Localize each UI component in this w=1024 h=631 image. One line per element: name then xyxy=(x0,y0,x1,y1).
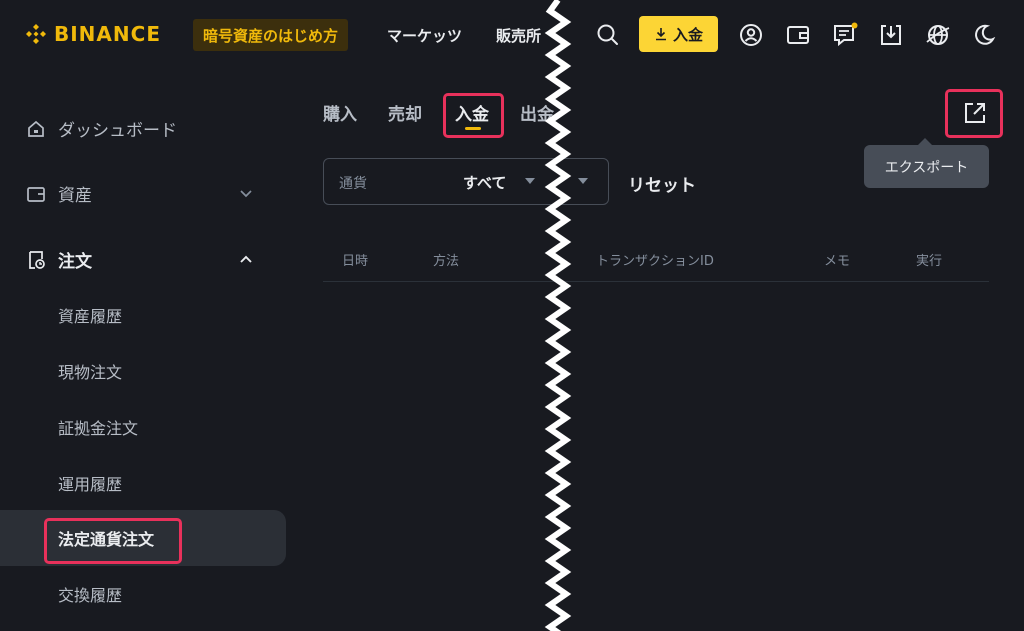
filter-label: 通貨 xyxy=(339,176,367,192)
export-tooltip: エクスポート xyxy=(864,138,989,188)
deposit-button-label: 入金 xyxy=(672,25,703,44)
globe-icon[interactable] xyxy=(925,22,951,48)
moon-icon[interactable] xyxy=(971,22,997,48)
subitem-label: 交換履歴 xyxy=(58,586,123,605)
highlight-fiat-orders xyxy=(44,518,182,564)
column-header-method: 方法 xyxy=(433,254,460,269)
binance-logo-icon xyxy=(26,24,46,44)
chevron-up-icon xyxy=(240,255,252,263)
tab-sell[interactable]: 売却 xyxy=(388,100,422,125)
crypto-guide-button[interactable]: 暗号資産のはじめ方 xyxy=(193,19,349,51)
sidebar-item-label: 資産 xyxy=(58,185,92,206)
caret-down-icon xyxy=(578,178,588,184)
column-header-action: 実行 xyxy=(916,254,943,269)
sidebar-item-assets[interactable]: 資産 xyxy=(0,165,286,221)
download-arrow-icon xyxy=(655,28,666,41)
chevron-down-icon xyxy=(240,190,252,198)
column-header-date: 日時 xyxy=(342,254,369,269)
search-icon[interactable] xyxy=(595,22,621,48)
sidebar-item-label: 注文 xyxy=(58,251,92,272)
screenshot-split-divider xyxy=(544,0,572,631)
download-icon[interactable] xyxy=(878,22,904,48)
sidebar-subitem-asset-history[interactable]: 資産履歴 xyxy=(0,287,286,343)
message-icon[interactable] xyxy=(832,22,858,48)
nav-exchange-desk[interactable]: 販売所 xyxy=(496,25,541,46)
highlight-deposit-tab xyxy=(443,93,504,138)
deposit-button[interactable]: 入金 xyxy=(639,16,718,52)
home-icon xyxy=(28,120,44,137)
wallet-icon xyxy=(27,187,45,202)
table-divider xyxy=(323,281,989,282)
user-icon[interactable] xyxy=(738,22,764,48)
sidebar-subitem-earn-history[interactable]: 運用履歴 xyxy=(0,455,286,511)
column-header-memo: メモ xyxy=(824,254,851,269)
sidebar-item-dashboard[interactable]: ダッシュボード xyxy=(0,100,286,156)
subitem-label: 資産履歴 xyxy=(58,307,123,326)
filter-value: すべて xyxy=(463,174,507,192)
nav-markets[interactable]: マーケッツ xyxy=(387,25,462,46)
column-header-transaction-id: トランザクションID xyxy=(596,254,714,269)
order-icon xyxy=(29,251,45,269)
wallet-icon[interactable] xyxy=(785,22,811,48)
subitem-label: 現物注文 xyxy=(58,363,123,382)
sidebar-subitem-convert-history[interactable]: 交換履歴 xyxy=(0,566,286,622)
subitem-label: 証拠金注文 xyxy=(58,419,139,438)
reset-button[interactable]: リセット xyxy=(628,171,696,196)
sidebar-subitem-spot-orders[interactable]: 現物注文 xyxy=(0,343,286,399)
top-header: BINANCE 暗号資産のはじめ方 マーケッツ 販売所 入金 xyxy=(0,0,1024,72)
binance-logo[interactable]: BINANCE xyxy=(24,22,161,46)
caret-down-icon xyxy=(525,178,535,184)
subitem-label: 運用履歴 xyxy=(58,475,123,494)
sidebar-subitem-margin-orders[interactable]: 証拠金注文 xyxy=(0,399,286,455)
sidebar-item-label: ダッシュボード xyxy=(58,120,177,141)
tab-buy[interactable]: 購入 xyxy=(323,100,357,125)
sidebar-item-orders[interactable]: 注文 xyxy=(0,231,286,287)
brand-name: BINANCE xyxy=(54,22,161,46)
highlight-export-icon xyxy=(945,89,1003,138)
